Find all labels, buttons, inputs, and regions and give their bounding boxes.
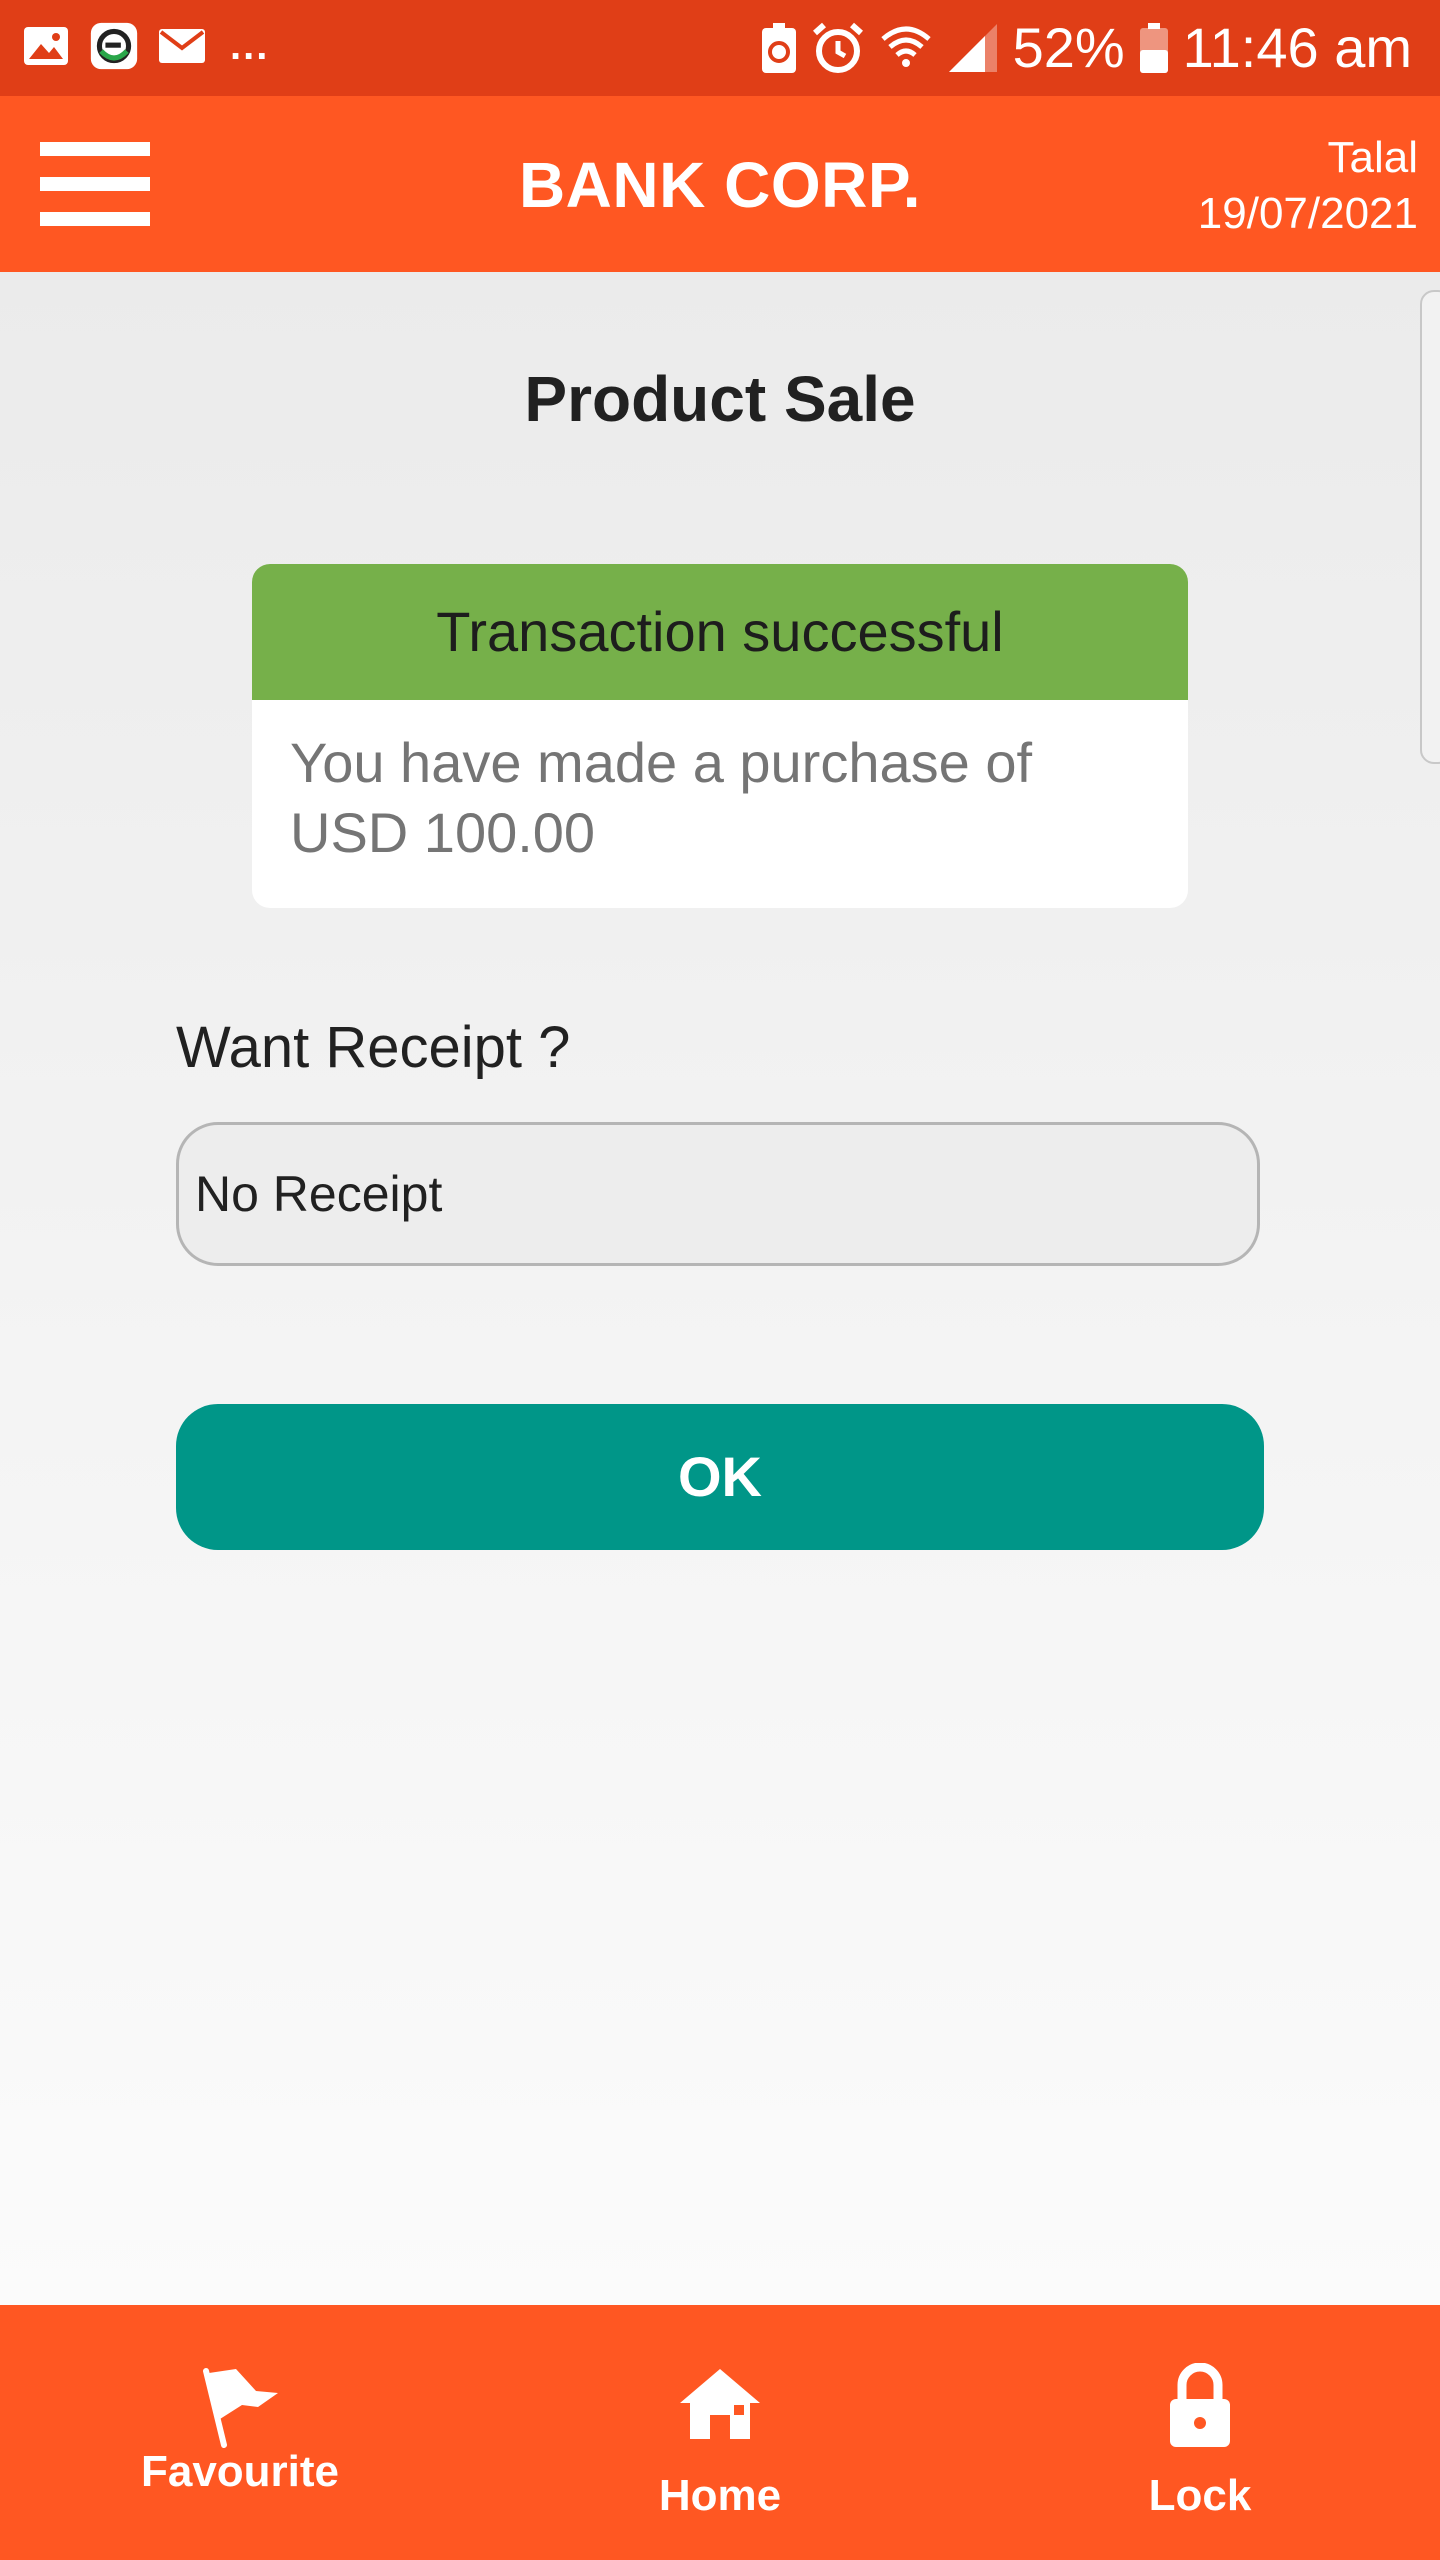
home-icon [570,2367,870,2441]
status-bar-right: 52% 11:46 am [761,16,1412,80]
nav-lock-label: Lock [1148,2471,1252,2520]
wifi-icon [880,26,931,67]
nav-lock[interactable]: Lock [1050,2305,1350,2560]
status-bar: ... 52% 11:46 am [0,0,1440,96]
signal-icon [948,24,997,72]
receipt-label: Want Receipt ? [176,1015,571,1080]
page-title: Product Sale [524,363,916,435]
flag-icon [90,2365,390,2449]
user-info: Talal 19/07/2021 [1198,130,1418,242]
main-content: Product Sale Transaction successful You … [0,272,1440,2305]
lock-icon [1050,2363,1350,2449]
bottom-navigation: Favourite Home Lock [0,2305,1440,2560]
more-notifications: ... [230,24,270,68]
user-name: Talal [1327,133,1419,182]
app-header: BANK CORP. Talal 19/07/2021 [0,96,1440,272]
ok-button[interactable]: OK [176,1404,1264,1550]
battery-percent: 52% [1012,16,1125,79]
mail-icon [158,22,206,70]
receipt-select[interactable]: No Receipt [176,1122,1260,1266]
transaction-alert-card: Transaction successful You have made a p… [252,564,1188,908]
nav-home-label: Home [658,2471,782,2520]
status-bar-left: ... [22,22,269,70]
app-notification-icon [90,22,138,70]
session-date: 19/07/2021 [1197,189,1418,238]
clock: 11:46 am [1182,16,1412,79]
alarm-icon [812,22,863,73]
battery-icon [1139,23,1168,73]
nav-favourite[interactable]: Favourite [90,2305,390,2560]
nav-favourite-label: Favourite [140,2447,340,2496]
gallery-icon [22,22,70,70]
nav-home[interactable]: Home [570,2305,870,2560]
alert-message: You have made a purchase of USD 100.00 [290,731,1033,864]
alert-title: Transaction successful [252,564,1188,700]
battery-saver-icon [761,23,796,73]
